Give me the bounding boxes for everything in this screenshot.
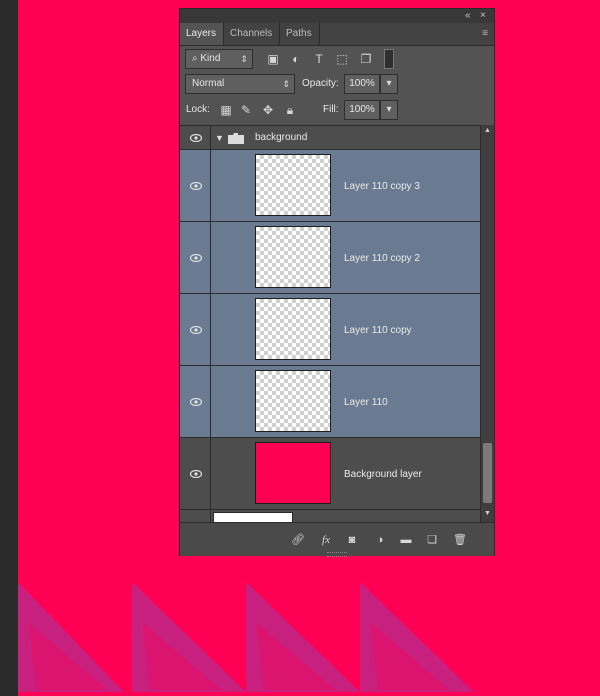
new-group-folder-icon[interactable]: ▬	[398, 533, 414, 547]
layer-thumbnail	[255, 226, 331, 288]
panel-menu-icon[interactable]: ≡	[482, 29, 488, 39]
opacity-dropdown-button[interactable]: ▾	[380, 74, 398, 94]
lock-transparency-icon[interactable]: ▦	[218, 102, 234, 118]
scroll-thumb[interactable]	[483, 443, 492, 503]
adjustment-layer-icon[interactable]: ◑	[372, 533, 388, 547]
shape-filter-icon[interactable]: ⬚	[334, 51, 350, 67]
lock-all-icon[interactable]: 🔒︎	[282, 102, 298, 118]
layer-row[interactable]: Layer 110 copy	[180, 293, 480, 365]
layer-row[interactable]: Layer 110 copy 3	[180, 149, 480, 221]
resize-grip[interactable]	[327, 552, 347, 557]
add-mask-icon[interactable]: ◙	[344, 533, 360, 547]
eye-icon	[190, 134, 202, 142]
layer-thumbnail	[255, 298, 331, 360]
scroll-down-icon[interactable]: ▼	[484, 510, 491, 517]
filter-row: ⌕ Kind ⇕ ▣ ◐ T ⬚ ❐	[180, 46, 494, 72]
lock-image-brush-icon[interactable]: ✎	[238, 102, 254, 118]
layer-name: Layer 110 copy 3	[344, 181, 420, 192]
folder-icon	[228, 133, 244, 144]
opacity-input[interactable]: 100%	[344, 74, 380, 94]
left-edge-strip	[0, 0, 18, 696]
blend-mode-value: Normal	[192, 78, 225, 89]
layers-scrollbar[interactable]: ▲ ▼	[480, 125, 494, 522]
layer-thumbnail	[255, 154, 331, 216]
layer-group-row[interactable]: ▼ background	[180, 125, 480, 149]
visibility-cell[interactable]	[180, 150, 211, 221]
group-name: background	[255, 132, 308, 143]
updown-arrow-icon: ⇕	[240, 54, 248, 64]
panel-tabs: Layers Channels Paths ≡	[180, 23, 494, 46]
lock-row: Lock: ▦ ✎ ✥ 🔒︎ Fill: 100% ▾	[180, 97, 494, 123]
type-filter-icon[interactable]: T	[311, 51, 327, 67]
eye-icon	[190, 326, 202, 334]
layer-name: Layer 110 copy 2	[344, 253, 420, 264]
new-layer-icon[interactable]: ❏	[424, 533, 440, 547]
lock-label: Lock:	[186, 104, 210, 115]
collapse-icon[interactable]: «	[465, 10, 471, 22]
filter-kind-label: Kind	[200, 53, 221, 64]
visibility-cell[interactable]	[180, 510, 211, 522]
layer-name: Background layer	[344, 469, 422, 480]
visibility-cell[interactable]	[180, 366, 211, 437]
visibility-cell[interactable]	[180, 294, 211, 365]
updown-arrow-icon: ⇕	[282, 79, 290, 89]
layer-name: Layer 110 copy	[344, 325, 412, 336]
expand-triangle-icon[interactable]: ▼	[215, 132, 224, 144]
layer-thumbnail	[255, 442, 331, 504]
eye-icon	[190, 398, 202, 406]
filter-kind-dropdown[interactable]: ⌕ Kind ⇕	[185, 49, 253, 69]
link-layers-icon[interactable]: 🔗︎	[290, 533, 306, 547]
layer-name-edit-field[interactable]	[213, 512, 293, 522]
close-icon[interactable]: ×	[480, 10, 486, 22]
filter-toggle-switch[interactable]	[384, 49, 394, 69]
tab-paths[interactable]: Paths	[280, 23, 320, 45]
lock-position-move-icon[interactable]: ✥	[260, 102, 276, 118]
eye-icon	[190, 254, 202, 262]
fill-input[interactable]: 100%	[344, 100, 380, 120]
fill-dropdown-button[interactable]: ▾	[380, 100, 398, 120]
trash-icon[interactable]: 🗑︎	[452, 533, 468, 547]
layer-thumbnail	[255, 370, 331, 432]
layer-row[interactable]: Layer 110 copy 2	[180, 221, 480, 293]
fill-label: Fill:	[323, 104, 339, 115]
layer-name: Layer 110	[344, 397, 388, 408]
adjustment-filter-icon[interactable]: ◐	[288, 51, 304, 67]
layers-panel: « × Layers Channels Paths ≡ ⌕ Kind ⇕ ▣ ◐…	[179, 8, 495, 557]
smartobject-filter-icon[interactable]: ❐	[358, 51, 374, 67]
visibility-cell[interactable]	[180, 126, 211, 149]
tab-channels[interactable]: Channels	[224, 23, 280, 45]
layer-row[interactable]: Layer 110	[180, 365, 480, 437]
panel-titlebar[interactable]: « ×	[180, 9, 494, 23]
scroll-up-icon[interactable]: ▲	[484, 127, 491, 134]
layer-row-partial[interactable]	[180, 509, 480, 522]
tab-layers[interactable]: Layers	[180, 23, 224, 45]
layers-list: ▼ background Layer 110 copy 3 Layer 110 …	[180, 125, 494, 522]
visibility-cell[interactable]	[180, 222, 211, 293]
opacity-label: Opacity:	[302, 78, 339, 89]
image-filter-icon[interactable]: ▣	[265, 51, 281, 67]
panel-bottom-toolbar: 🔗︎ fx ◙ ◑ ▬ ❏ 🗑︎	[180, 522, 494, 557]
fx-icon[interactable]: fx	[318, 533, 334, 547]
blend-row: Normal ⇕ Opacity: 100% ▾	[180, 71, 494, 97]
visibility-cell[interactable]	[180, 438, 211, 509]
eye-icon	[190, 182, 202, 190]
blend-mode-dropdown[interactable]: Normal ⇕	[185, 74, 295, 94]
layer-row[interactable]: Background layer	[180, 437, 480, 509]
eye-icon	[190, 470, 202, 478]
